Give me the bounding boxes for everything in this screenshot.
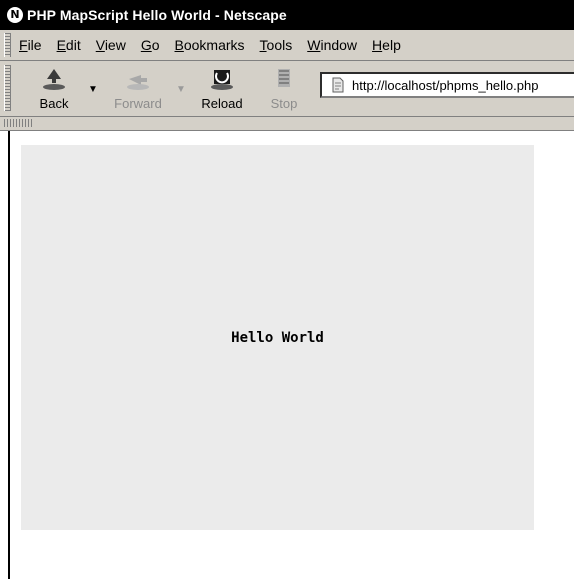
forward-dropdown-icon[interactable]: ▼ (176, 85, 186, 95)
content-left-border (8, 131, 10, 579)
personal-toolbar-grip-handle[interactable] (4, 119, 34, 127)
url-input[interactable] (352, 77, 572, 93)
reload-icon (211, 70, 233, 90)
back-button[interactable]: Back (24, 65, 84, 113)
back-label: Back (39, 96, 69, 111)
toolbar-grip-handle[interactable] (4, 65, 11, 111)
menu-bookmarks[interactable]: Bookmarks (175, 37, 245, 53)
location-bar[interactable] (320, 72, 574, 98)
menu-bar: File Edit View Go Bookmarks Tools Window… (0, 30, 574, 61)
back-arrow-icon (43, 69, 65, 90)
menu-go[interactable]: Go (141, 37, 160, 53)
personal-toolbar (0, 117, 574, 131)
window-title: PHP MapScript Hello World - Netscape (27, 7, 287, 23)
menu-tools[interactable]: Tools (260, 37, 293, 53)
page-icon (332, 77, 344, 93)
forward-button[interactable]: Forward (108, 65, 168, 113)
netscape-logo-icon: N (7, 7, 23, 23)
menu-view[interactable]: View (96, 37, 126, 53)
menu-help[interactable]: Help (372, 37, 401, 53)
menu-edit[interactable]: Edit (57, 37, 81, 53)
stop-label: Stop (270, 96, 298, 111)
navigation-toolbar: Back ▼ Forward ▼ Reload Stop (0, 61, 574, 117)
back-dropdown-icon[interactable]: ▼ (88, 85, 98, 95)
title-bar: N PHP MapScript Hello World - Netscape (0, 0, 574, 30)
reload-button[interactable]: Reload (192, 65, 252, 113)
map-label-text: Hello World (231, 330, 324, 346)
forward-label: Forward (114, 96, 162, 111)
menubar-grip-handle[interactable] (4, 33, 11, 57)
stop-button[interactable]: Stop (254, 65, 314, 113)
menu-window[interactable]: Window (307, 37, 357, 53)
forward-arrow-icon (127, 75, 149, 90)
map-image: Hello World (21, 145, 534, 530)
reload-label: Reload (201, 96, 243, 111)
stop-icon (278, 69, 290, 87)
menu-file[interactable]: File (19, 37, 42, 53)
